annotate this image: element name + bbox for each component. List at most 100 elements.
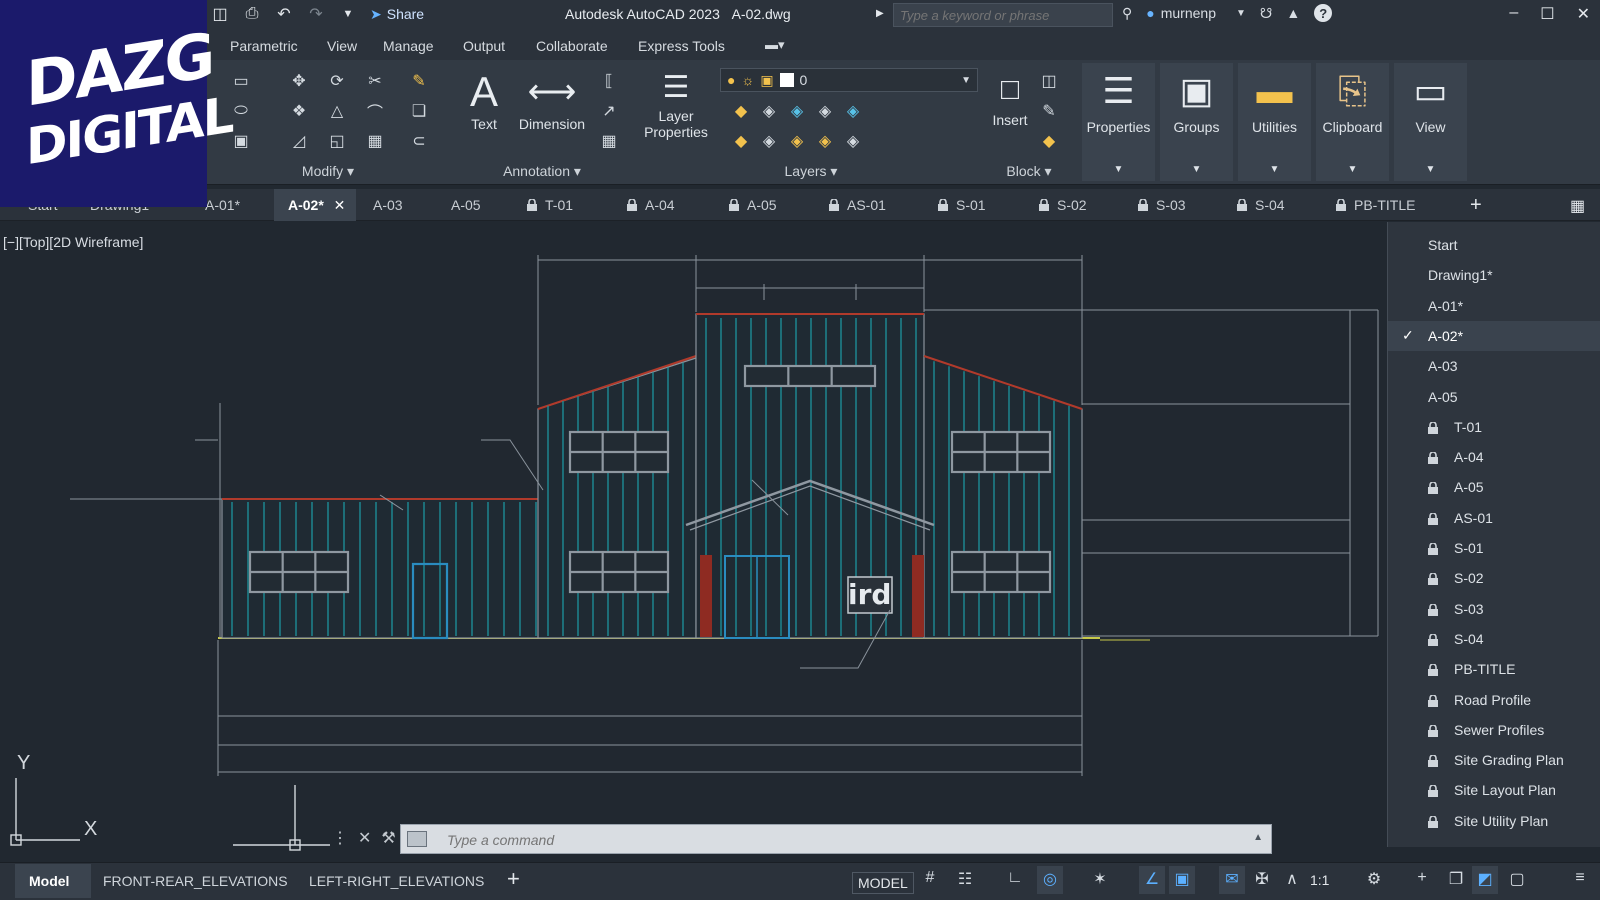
mirror-icon[interactable]: △ <box>326 100 348 122</box>
layer-freeze-icon[interactable]: ◈ <box>786 100 808 122</box>
command-input[interactable] <box>447 830 1227 850</box>
search-icon[interactable]: ⚲ <box>1122 5 1132 22</box>
ribbon-tab-express-tools[interactable]: Express Tools <box>638 38 725 54</box>
layers-panel-title[interactable]: Layers ▾ <box>636 163 986 180</box>
dropdown-item[interactable]: A-01* <box>1388 291 1600 321</box>
block-attribute-icon[interactable]: ◆ <box>1038 130 1060 152</box>
table-icon[interactable]: ▦ <box>598 130 620 152</box>
model-space-button[interactable]: MODEL <box>852 872 914 894</box>
dropdown-item[interactable]: Sewer Profiles <box>1388 715 1600 745</box>
new-tab-plus-icon[interactable]: + <box>1470 194 1482 217</box>
dropdown-item[interactable]: PB-TITLE <box>1388 654 1600 684</box>
layout-tab-model[interactable]: Model <box>29 873 69 889</box>
layer-on-icon[interactable]: ◆ <box>730 130 752 152</box>
polar-icon[interactable]: ◎ <box>1040 869 1060 889</box>
array-icon[interactable]: ❏ <box>408 100 430 122</box>
layer-properties-tool[interactable]: ☰ Layer Properties <box>642 68 710 140</box>
file-tab[interactable]: S-04 <box>1237 197 1285 213</box>
layer-unisolate-icon[interactable]: ◈ <box>758 130 780 152</box>
osnap-icon[interactable]: ▣ <box>1172 869 1192 889</box>
dropdown-item[interactable]: A-05 <box>1388 382 1600 412</box>
erase-icon[interactable]: ✎ <box>408 70 430 92</box>
text-tool[interactable]: A Text <box>458 68 510 132</box>
customize-wrench-icon[interactable]: ⚒ <box>381 828 395 848</box>
isodraft-icon[interactable]: ✶ <box>1090 869 1110 889</box>
file-tab[interactable]: A-03 <box>373 197 403 213</box>
layer-lock-icon[interactable]: ◈ <box>814 100 836 122</box>
layer-isolate-icon[interactable]: ◈ <box>758 100 780 122</box>
layer-dropdown[interactable]: ● ☼ ▣ 0 ▼ <box>720 68 978 92</box>
ribbon-options-icon[interactable]: ▬▾ <box>765 37 785 53</box>
clean-screen-icon[interactable]: ▢ <box>1507 869 1527 889</box>
snap-icon[interactable]: ☷ <box>955 869 975 889</box>
command-history-icon[interactable] <box>407 831 427 847</box>
dropdown-item[interactable]: Site Layout Plan <box>1388 775 1600 805</box>
dropdown-item[interactable]: AS-01 <box>1388 503 1600 533</box>
layout-tab-front-rear[interactable]: FRONT-REAR_ELEVATIONS <box>103 873 288 889</box>
rectangle-icon[interactable]: ▭ <box>230 70 252 92</box>
new-layout-plus-icon[interactable]: + <box>507 866 520 892</box>
close-tab-icon[interactable]: ✕ <box>330 197 346 213</box>
viewport-controls[interactable]: [−][Top][2D Wireframe] <box>3 234 143 250</box>
layer-walk-icon[interactable]: ◈ <box>842 130 864 152</box>
annotation-scale-icon[interactable]: ∧ <box>1282 869 1302 889</box>
utilities-panel[interactable]: ▬ Utilities ▼ <box>1238 63 1311 181</box>
view-panel[interactable]: ▭ View ▼ <box>1394 63 1467 181</box>
file-tab[interactable]: A-02* ✕ <box>288 197 345 214</box>
file-tab[interactable]: AS-01 <box>829 197 886 213</box>
customize-menu-icon[interactable]: ≡ <box>1570 869 1590 887</box>
search-input[interactable] <box>893 3 1113 27</box>
dimension-tool[interactable]: ⟷ Dimension <box>510 68 594 132</box>
rect-array-icon[interactable]: ▦ <box>364 130 386 152</box>
file-tab[interactable]: S-01 <box>938 197 986 213</box>
plus-icon[interactable]: + <box>1412 869 1432 887</box>
annotation-panel-title[interactable]: Annotation ▾ <box>452 163 632 180</box>
grid-icon[interactable]: # <box>920 869 940 887</box>
file-tab[interactable]: T-01 <box>527 197 573 213</box>
ribbon-tab-manage[interactable]: Manage <box>383 38 434 54</box>
share-button[interactable]: ➤ Share <box>370 6 424 23</box>
insert-tool[interactable]: □ Insert <box>986 68 1034 128</box>
layer-match-icon[interactable]: ◈ <box>842 100 864 122</box>
undo-icon[interactable]: ↶ <box>274 4 294 24</box>
cart-icon[interactable]: ☋ <box>1260 5 1272 22</box>
properties-panel[interactable]: ☰ Properties ▼ <box>1082 63 1155 181</box>
ellipse-icon[interactable]: ⬭ <box>230 100 252 122</box>
help-icon[interactable]: ? <box>1314 4 1333 22</box>
copy-icon[interactable]: ❖ <box>288 100 310 122</box>
linear-dim-icon[interactable]: ⟦ <box>598 70 620 92</box>
file-tab[interactable]: PB-TITLE <box>1336 197 1415 213</box>
leader-icon[interactable]: ↗ <box>598 100 620 122</box>
layer-unlock-icon[interactable]: ◈ <box>814 130 836 152</box>
file-tab[interactable]: A-05 <box>451 197 481 213</box>
offset-icon[interactable]: ⊂ <box>408 130 430 152</box>
gear-icon[interactable]: ⚙ <box>1364 869 1384 889</box>
move-icon[interactable]: ✥ <box>288 70 310 92</box>
file-tab[interactable]: A-04 <box>627 197 675 213</box>
layout-tab-left-right[interactable]: LEFT-RIGHT_ELEVATIONS <box>309 873 484 889</box>
layer-thaw-icon[interactable]: ◈ <box>786 130 808 152</box>
ortho-icon[interactable]: ∟ <box>1005 869 1025 887</box>
annotation-scale[interactable]: 1:1 <box>1310 872 1329 888</box>
dropdown-item[interactable]: A-05 <box>1388 472 1600 502</box>
ribbon-tab-collaborate[interactable]: Collaborate <box>536 38 608 54</box>
autodesk-app-icon[interactable]: ▲ <box>1286 5 1300 21</box>
stretch-icon[interactable]: ◿ <box>288 130 310 152</box>
osnap-track-icon[interactable]: ∠ <box>1142 869 1162 889</box>
ribbon-tab-view[interactable]: View <box>327 38 357 54</box>
dropdown-item[interactable]: S-02 <box>1388 563 1600 593</box>
groups-panel[interactable]: ▣ Groups ▼ <box>1160 63 1233 181</box>
redo-icon[interactable]: ↷ <box>306 4 326 24</box>
clipboard-panel[interactable]: ⎘ Clipboard ▼ <box>1316 63 1389 181</box>
tab-list-icon[interactable]: ▦ <box>1570 196 1585 216</box>
trim-icon[interactable]: ✂ <box>364 70 386 92</box>
fillet-icon[interactable]: ⌒ <box>364 100 386 122</box>
ribbon-tab-parametric[interactable]: Parametric <box>230 38 298 54</box>
customize-qat-icon[interactable]: ▼ <box>338 4 358 24</box>
file-tab[interactable]: A-05 <box>729 197 777 213</box>
user-account[interactable]: ● murnenp ▼ <box>1146 5 1246 21</box>
file-tab[interactable]: S-03 <box>1138 197 1186 213</box>
scale-icon[interactable]: ◱ <box>326 130 348 152</box>
print-icon[interactable]: ⎙ <box>242 4 262 24</box>
maximize-icon[interactable]: ☐ <box>1540 4 1554 24</box>
